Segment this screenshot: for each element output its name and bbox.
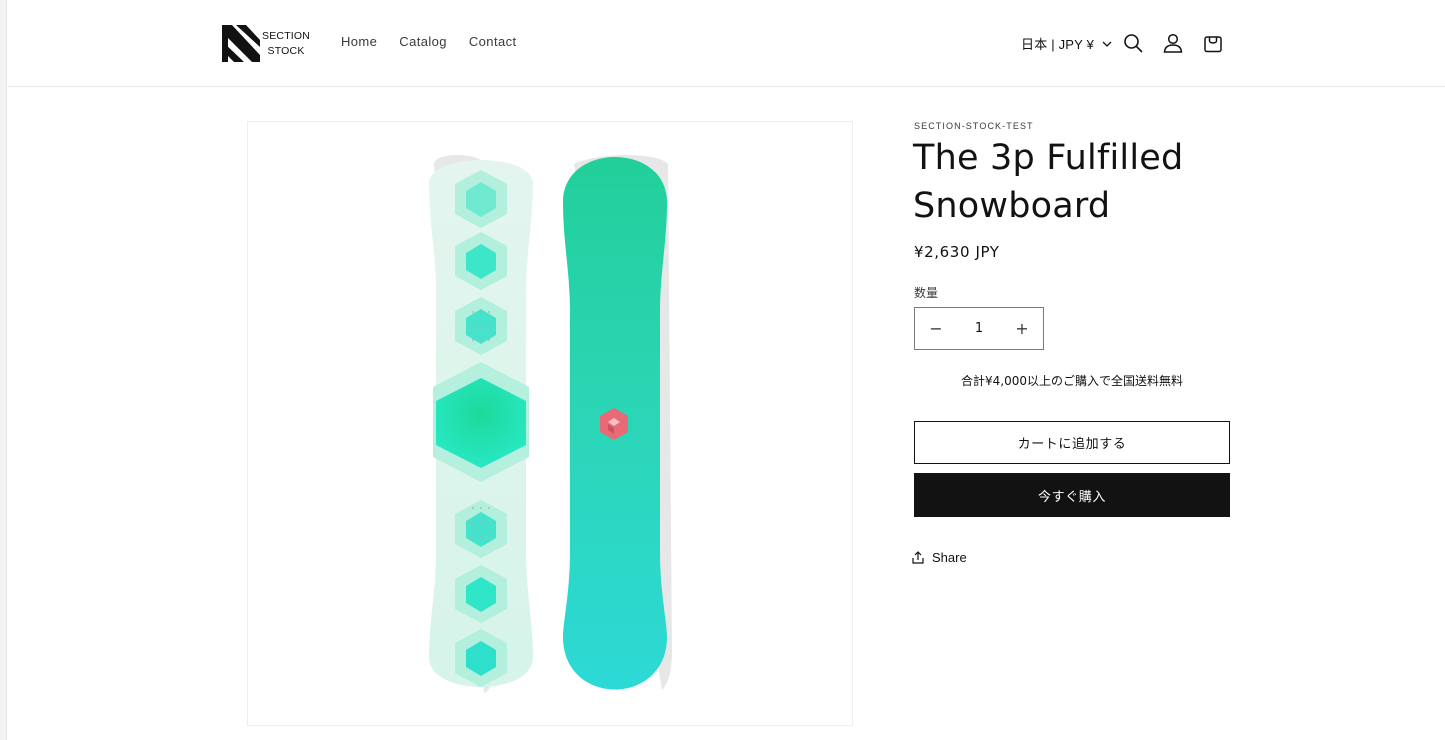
account-icon[interactable] [1161,31,1185,55]
browser-edge [0,0,7,740]
quantity-decrease-button[interactable]: − [915,308,957,349]
locale-selector[interactable]: 日本 | JPY ¥ [1021,34,1112,53]
product-image[interactable] [247,121,853,726]
search-icon[interactable] [1121,31,1145,55]
free-shipping-note: 合計¥4,000以上のご購入で全国送料無料 [961,374,1183,388]
nav-home-link[interactable]: Home [341,34,377,49]
buy-now-button[interactable]: 今すぐ購入 [914,473,1230,517]
nav-contact-link[interactable]: Contact [469,34,517,49]
brand-line-2: STOCK [267,44,305,57]
locale-label: 日本 | JPY ¥ [1021,37,1095,52]
share-button[interactable]: Share [912,550,967,565]
logo-mark-icon [222,25,260,62]
product-vendor: SECTION-STOCK-TEST [914,121,1034,131]
quantity-label: 数量 [914,286,939,300]
product-price: ¥2,630 JPY [914,243,1000,261]
brand-wordmark: SECTION STOCK [262,29,310,59]
site-header: SECTION STOCK Home Catalog Contact 日本 | … [8,0,1445,87]
chevron-down-icon [1102,41,1112,47]
quantity-stepper: − + [914,307,1044,350]
share-icon [912,551,924,564]
brand-logo[interactable]: SECTION STOCK [222,25,312,62]
share-label: Share [932,550,967,565]
cart-icon[interactable] [1201,31,1225,55]
snowboard-illustration [429,155,672,693]
add-to-cart-button[interactable]: カートに追加する [914,421,1230,464]
product-title: The 3p Fulfilled Snowboard [913,138,1184,226]
quantity-increase-button[interactable]: + [1001,308,1043,349]
main-nav: Home Catalog Contact [341,34,539,49]
brand-line-1: SECTION [262,29,311,42]
quantity-input[interactable] [957,321,1001,336]
nav-catalog-link[interactable]: Catalog [399,34,447,49]
